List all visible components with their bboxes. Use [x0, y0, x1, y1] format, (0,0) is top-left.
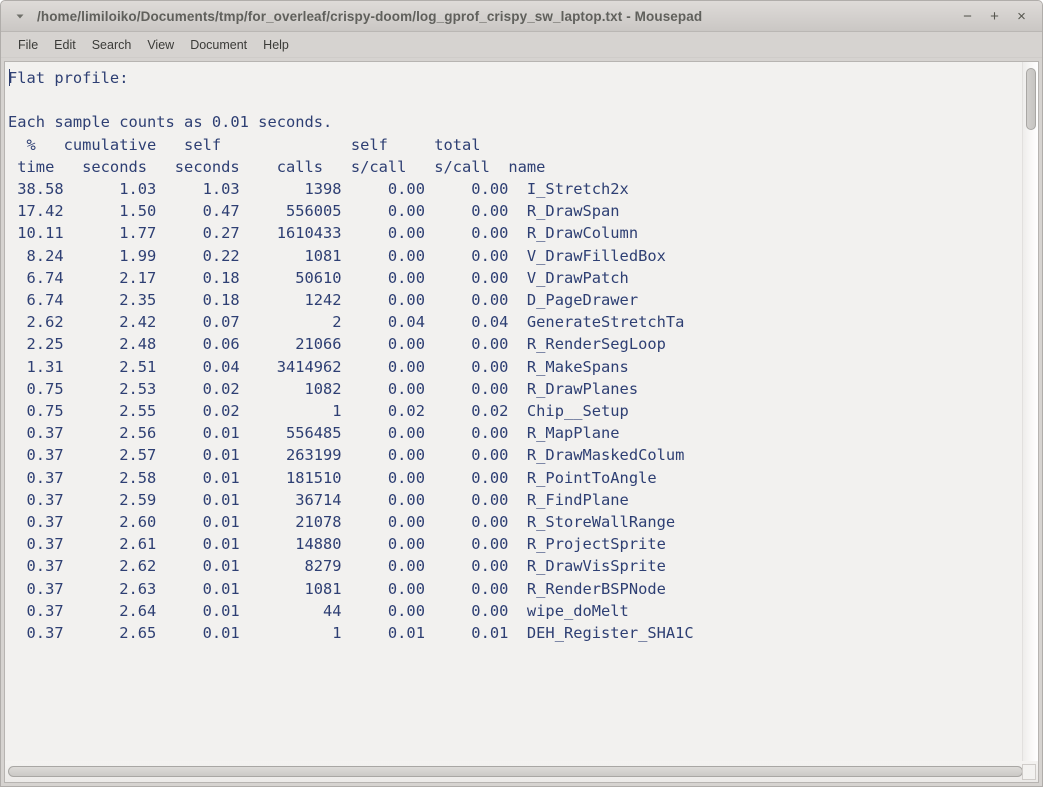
titlebar[interactable]: /home/limiloiko/Documents/tmp/for_overle…: [1, 1, 1042, 32]
text-caret: [9, 69, 10, 86]
menu-item-file[interactable]: File: [10, 35, 46, 55]
mousepad-window: /home/limiloiko/Documents/tmp/for_overle…: [0, 0, 1043, 787]
horizontal-scrollbar-thumb[interactable]: [8, 766, 1023, 777]
menu-item-edit[interactable]: Edit: [46, 35, 84, 55]
chevron-down-icon[interactable]: [13, 9, 27, 23]
document-text[interactable]: Flat profile: Each sample counts as 0.01…: [8, 67, 1022, 644]
window-controls: − + ×: [947, 9, 1034, 24]
resize-grip[interactable]: [1022, 764, 1036, 780]
editor-region: Flat profile: Each sample counts as 0.01…: [1, 58, 1042, 786]
menubar: File Edit Search View Document Help: [1, 32, 1042, 58]
close-button[interactable]: ×: [1015, 9, 1028, 24]
vertical-scrollbar-thumb[interactable]: [1026, 68, 1036, 130]
text-editor[interactable]: Flat profile: Each sample counts as 0.01…: [5, 62, 1022, 761]
vertical-scrollbar[interactable]: [1022, 62, 1038, 761]
menu-item-view[interactable]: View: [139, 35, 182, 55]
textview-row: Flat profile: Each sample counts as 0.01…: [4, 61, 1039, 761]
window-title: /home/limiloiko/Documents/tmp/for_overle…: [37, 8, 703, 24]
menu-item-help[interactable]: Help: [255, 35, 297, 55]
horizontal-scrollbar[interactable]: [4, 761, 1039, 783]
minimize-button[interactable]: −: [961, 9, 974, 24]
maximize-button[interactable]: +: [988, 9, 1001, 24]
menu-item-search[interactable]: Search: [84, 35, 140, 55]
menu-item-document[interactable]: Document: [182, 35, 255, 55]
